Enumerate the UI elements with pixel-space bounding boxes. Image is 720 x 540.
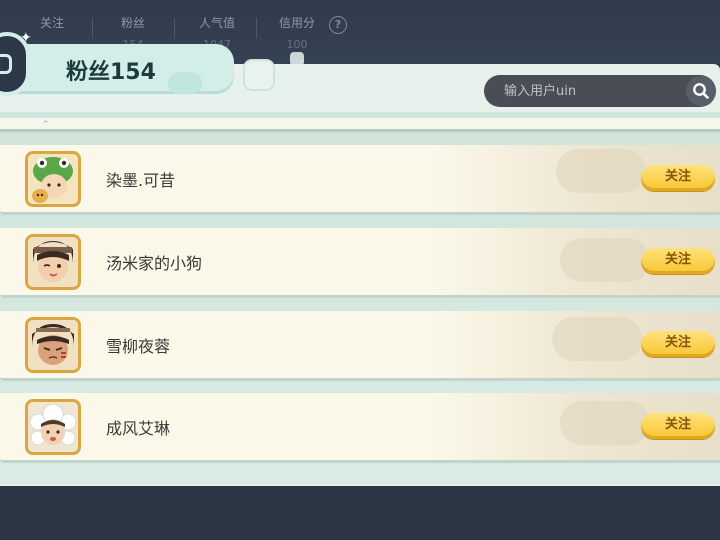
follow-button[interactable]: 关注 [641, 165, 715, 191]
fan-row: 雪柳夜蓉 关注 [0, 311, 720, 381]
stat-popularity-label: 人气值 [198, 16, 235, 30]
background-decoration [556, 149, 646, 193]
fan-name: 成风艾琳 [106, 419, 171, 438]
list-top-edge [0, 118, 720, 132]
avatar-green-hat-icon [28, 154, 78, 204]
avatar-dark-hair[interactable] [25, 234, 81, 290]
follow-button[interactable]: 关注 [641, 248, 715, 274]
avatar-face-paint-icon [28, 320, 78, 370]
avatar-white-hair-icon [28, 402, 78, 452]
follow-button[interactable]: 关注 [641, 413, 715, 439]
avatar-white-hair[interactable] [25, 399, 81, 455]
stat-follow-label[interactable]: 关注 [24, 14, 80, 31]
help-icon[interactable]: ? [329, 16, 347, 34]
stat-credit-label: 信用分 [278, 16, 315, 30]
fan-name: 汤米家的小狗 [106, 254, 203, 273]
fan-name: 染墨.可昔 [106, 171, 176, 190]
background-decoration [560, 238, 650, 282]
bottom-bar [0, 486, 720, 540]
background-decoration [552, 317, 642, 361]
follow-button[interactable]: 关注 [641, 331, 715, 357]
search-button[interactable] [686, 76, 716, 106]
stat-divider [92, 18, 93, 38]
avatar-face-paint[interactable] [25, 317, 81, 373]
decoration-square [290, 52, 304, 66]
fan-name: 雪柳夜蓉 [106, 337, 171, 356]
scroll-hint-icon: ⌃ [42, 120, 50, 130]
fan-row: 成风艾琳 关注 [0, 393, 720, 463]
stat-credit-value: 100 [286, 38, 308, 51]
sparkle-icon: ✦ [20, 30, 32, 46]
search-box [484, 75, 716, 107]
stat-divider [174, 18, 175, 38]
search-input[interactable] [504, 82, 674, 100]
page-title: 粉丝154 [66, 60, 156, 85]
avatar-green-hat[interactable] [25, 151, 81, 207]
search-icon [693, 83, 709, 99]
fan-row: 染墨.可昔 关注 [0, 145, 720, 215]
background-decoration [560, 401, 650, 445]
fan-row: 汤米家的小狗 关注 [0, 228, 720, 298]
decoration-square [245, 61, 273, 89]
avatar-dark-hair-icon [28, 237, 78, 287]
stat-fans-label[interactable]: 粉丝 [105, 14, 161, 31]
stat-divider [256, 18, 257, 38]
logo-glyph-icon [0, 54, 12, 74]
title-tab-decoration [168, 72, 202, 94]
